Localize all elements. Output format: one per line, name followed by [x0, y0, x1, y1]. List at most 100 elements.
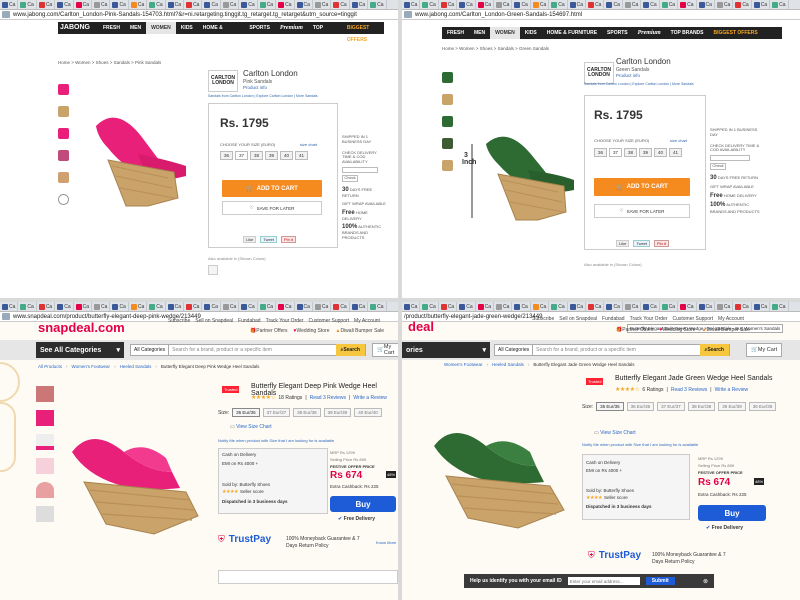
nav-item-sports[interactable]: SPORTS: [244, 22, 275, 34]
size-chart-link[interactable]: size chart: [300, 142, 317, 147]
offer-link[interactable]: ▲Diwali Bumper Sale: [702, 327, 751, 333]
check-button[interactable]: Check: [710, 163, 726, 171]
save-for-later-button[interactable]: ♡ SAVE FOR LATER: [222, 201, 322, 215]
browser-tab[interactable]: Ca: [221, 302, 240, 311]
size-option[interactable]: 39 Eur/39: [323, 408, 352, 417]
browser-tab[interactable]: Ca: [623, 0, 642, 9]
nav-item-men[interactable]: MEN: [469, 27, 490, 39]
browser-tab[interactable]: Ca: [623, 302, 642, 311]
nav-item-women[interactable]: WOMEN: [146, 22, 176, 34]
product-info-link[interactable]: Product info: [243, 85, 267, 90]
top-link[interactable]: Subscribe: [168, 318, 190, 324]
jabong-logo[interactable]: JABONG: [58, 22, 98, 34]
browser-tab[interactable]: Ca: [678, 0, 697, 9]
like-button[interactable]: Like: [243, 236, 257, 243]
browser-tab[interactable]: Ca: [147, 302, 166, 311]
thumbnail[interactable]: [36, 482, 54, 498]
browser-tab[interactable]: Ca: [660, 302, 679, 311]
browser-tab[interactable]: Ca: [568, 302, 587, 311]
read-reviews-link[interactable]: Read 3 Reviews: [671, 387, 707, 393]
browser-tab[interactable]: Ca: [641, 0, 660, 9]
browser-tab[interactable]: Ca: [586, 0, 605, 9]
size-option[interactable]: 38 Eur/38: [293, 408, 321, 417]
browser-tab[interactable]: Ca: [331, 0, 350, 9]
breadcrumb-item[interactable]: Heeled Sandals: [120, 364, 152, 369]
browser-tab[interactable]: Ca: [202, 302, 221, 311]
size-option[interactable]: 41: [669, 148, 682, 157]
browser-tab[interactable]: Ca: [420, 0, 439, 9]
browser-tab[interactable]: Ca: [258, 302, 277, 311]
browser-tab[interactable]: Ca: [715, 0, 734, 9]
size-option[interactable]: 36: [594, 148, 607, 157]
nav-item-top-brands[interactable]: TOP BRANDS: [666, 27, 709, 39]
size-option[interactable]: 35 Eur/35: [232, 408, 260, 417]
browser-tab[interactable]: Ca: [331, 302, 350, 311]
breadcrumb-item[interactable]: Women's Footwear: [72, 364, 111, 369]
top-link[interactable]: Track Your Order: [266, 318, 304, 324]
size-option[interactable]: 37 Eur/37: [262, 408, 291, 417]
more-links[interactable]: Sandals from Carlton London | Explore Ca…: [584, 82, 694, 86]
write-review-link[interactable]: Write a Review: [715, 387, 749, 393]
add-to-cart-button[interactable]: 🛒 ADD TO CART: [222, 180, 322, 197]
product-image[interactable]: [78, 100, 198, 230]
breadcrumb-item[interactable]: Butterfly Elegant Jade Green Wedge Heel …: [533, 362, 634, 367]
check-button[interactable]: Check: [342, 174, 358, 182]
size-option[interactable]: 35 Eur/35: [596, 402, 624, 411]
pincode-input[interactable]: [342, 166, 378, 173]
browser-tab[interactable]: Ca: [166, 302, 185, 311]
size-chart-link[interactable]: View Size Chart: [236, 424, 271, 430]
my-cart-button[interactable]: 🛒 My Cart: [372, 343, 398, 357]
breadcrumb-item[interactable]: Women's Footwear: [444, 362, 483, 367]
brand-logo[interactable]: CARLTON LONDON: [584, 62, 614, 84]
browser-tab[interactable]: Ca: [92, 302, 111, 311]
offer-link[interactable]: ♥Wedding Store: [660, 327, 696, 333]
nav-item-premium[interactable]: Premium: [275, 22, 308, 34]
notify-link[interactable]: Notify Me when product with Size that I …: [218, 438, 334, 443]
browser-tab[interactable]: Ca: [697, 0, 715, 9]
browser-tab[interactable]: Ca: [604, 0, 623, 9]
product-image[interactable]: [62, 412, 210, 542]
offer-link[interactable]: 🎁Partner Offers: [616, 327, 654, 333]
thumbnail[interactable]: [442, 116, 453, 127]
browser-tab[interactable]: Ca: [752, 302, 771, 311]
browser-tab[interactable]: Ca: [239, 0, 258, 9]
browser-tab[interactable]: Ca: [0, 302, 19, 311]
address-bar[interactable]: www.jabong.com/Carlton_London-Green-Sand…: [402, 10, 800, 20]
thumbnail[interactable]: [58, 172, 69, 183]
browser-tab[interactable]: Ca: [368, 302, 387, 311]
browser-tab[interactable]: Ca: [439, 302, 458, 311]
size-option[interactable]: 36: [220, 151, 233, 160]
browser-tab[interactable]: Ca: [350, 0, 369, 9]
thumbnail[interactable]: [58, 150, 69, 161]
nav-item-top-brands[interactable]: TOP BRANDS: [308, 22, 342, 43]
thumbnail[interactable]: [58, 128, 69, 139]
submit-button[interactable]: Submit: [645, 577, 675, 585]
add-to-cart-button[interactable]: 🛒 ADD TO CART: [594, 178, 690, 196]
top-link[interactable]: My Account: [718, 316, 744, 322]
product-info-link[interactable]: Product info: [616, 73, 640, 78]
top-link[interactable]: Customer Support: [672, 316, 713, 322]
browser-tab[interactable]: Ca: [604, 302, 623, 311]
browser-tab[interactable]: Ca: [770, 0, 789, 9]
browser-tab[interactable]: Ca: [512, 0, 531, 9]
thumbnail[interactable]: [36, 506, 54, 522]
browser-tab[interactable]: Ca: [313, 0, 332, 9]
top-link[interactable]: Subscribe: [532, 316, 554, 322]
browser-tab[interactable]: Ca: [313, 302, 332, 311]
browser-tab[interactable]: Ca: [184, 302, 203, 311]
address-bar[interactable]: www.jabong.com/Carlton_London-Pink-Sanda…: [0, 10, 398, 20]
offer-link[interactable]: 🎁Partner Offers: [250, 328, 288, 334]
thumbnail[interactable]: [58, 106, 69, 117]
top-link[interactable]: Fundabad: [602, 316, 625, 322]
browser-tab[interactable]: Ca: [549, 0, 568, 9]
breadcrumb-item[interactable]: All Products: [38, 364, 62, 369]
browser-tab[interactable]: Ca: [402, 0, 421, 9]
size-option[interactable]: 37: [235, 151, 248, 160]
browser-tab[interactable]: Ca: [476, 0, 495, 9]
browser-tab[interactable]: Ca: [74, 0, 93, 9]
pincode-input[interactable]: [710, 155, 750, 162]
browser-tab[interactable]: Ca: [368, 0, 387, 9]
snapdeal-logo[interactable]: deal: [408, 319, 434, 334]
browser-tab[interactable]: Ca: [752, 0, 771, 9]
top-link[interactable]: Sell on Snapdeal: [559, 316, 597, 322]
